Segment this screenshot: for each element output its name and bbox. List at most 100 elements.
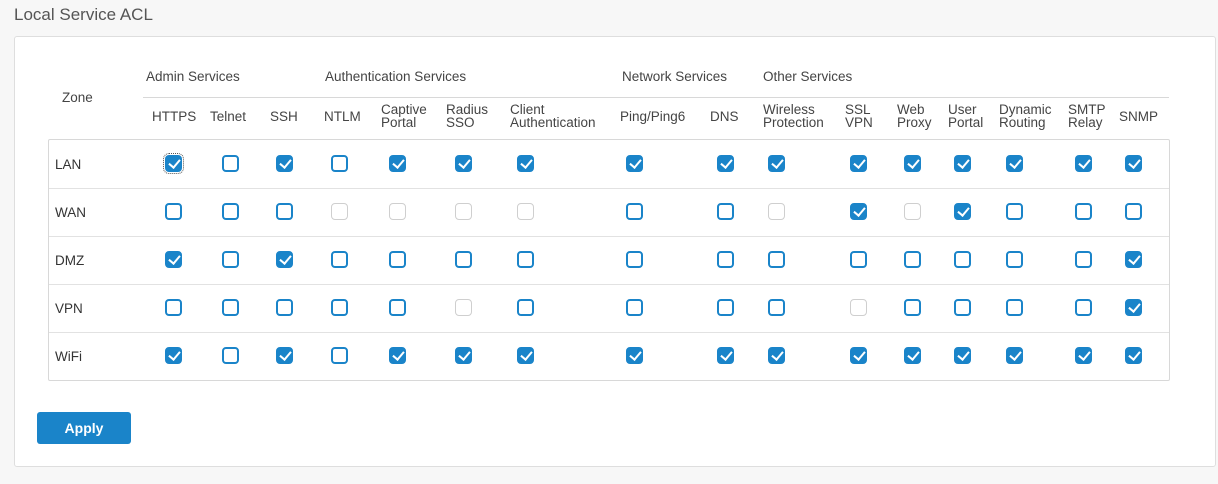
checkbox-dmz-ssh[interactable] — [275, 251, 293, 268]
checkbox-wifi-user-portal[interactable] — [953, 347, 971, 364]
checkbox-wifi-telnet[interactable] — [221, 347, 239, 364]
checkbox-dmz-ntlm[interactable] — [330, 251, 348, 268]
column-header-line1: HTTPS — [152, 109, 197, 124]
checkbox-lan-ping-ping6[interactable] — [625, 155, 643, 172]
checkbox-dmz-dynamic-routing[interactable] — [1005, 251, 1023, 268]
checkbox-dmz-captive-portal[interactable] — [388, 251, 406, 268]
checkbox-wifi-snmp[interactable] — [1124, 347, 1142, 364]
checkbox-lan-client-authentication[interactable] — [516, 155, 534, 172]
checkbox-wan-snmp[interactable] — [1124, 203, 1142, 220]
column-header-line2: Routing — [999, 115, 1046, 130]
checkbox-wifi-web-proxy[interactable] — [903, 347, 921, 364]
checkbox-wifi-https[interactable] — [164, 347, 182, 364]
checkbox-vpn-ssl-vpn — [849, 299, 867, 316]
checkbox-vpn-web-proxy[interactable] — [903, 299, 921, 316]
checkbox-lan-snmp[interactable] — [1124, 155, 1142, 172]
checkbox-lan-wireless-protection[interactable] — [767, 155, 785, 172]
checkbox-wan-telnet[interactable] — [221, 203, 239, 220]
checkbox-dmz-web-proxy[interactable] — [903, 251, 921, 268]
checkbox-wifi-wireless-protection[interactable] — [767, 347, 785, 364]
checkbox-vpn-client-authentication[interactable] — [516, 299, 534, 316]
checkbox-wifi-dns[interactable] — [716, 347, 734, 364]
column-header-dns: DNS — [710, 109, 739, 124]
checkbox-wifi-radius-sso[interactable] — [454, 347, 472, 364]
column-header-line2: Portal — [381, 115, 417, 130]
checkbox-dmz-wireless-protection[interactable] — [767, 251, 785, 268]
checkbox-lan-dynamic-routing[interactable] — [1005, 155, 1023, 172]
checkbox-vpn-ssh[interactable] — [275, 299, 293, 316]
checkbox-vpn-ntlm[interactable] — [330, 299, 348, 316]
checkbox-dmz-ssl-vpn[interactable] — [849, 251, 867, 268]
checkbox-wan-ping-ping6[interactable] — [625, 203, 643, 220]
checkbox-wan-smtp-relay[interactable] — [1074, 203, 1092, 220]
checkbox-lan-https[interactable] — [162, 153, 184, 174]
column-header-line1: SSH — [270, 109, 298, 124]
checkbox-vpn-captive-portal[interactable] — [388, 299, 406, 316]
checkbox-dmz-telnet[interactable] — [221, 251, 239, 268]
column-header-web-proxy: Web Proxy — [897, 103, 932, 130]
checkbox-vpn-telnet[interactable] — [221, 299, 239, 316]
checkbox-dmz-snmp[interactable] — [1124, 251, 1142, 268]
checkbox-wan-ssl-vpn[interactable] — [849, 203, 867, 220]
checkbox-wifi-dynamic-routing[interactable] — [1005, 347, 1023, 364]
checkbox-lan-telnet[interactable] — [221, 155, 239, 172]
checkbox-lan-dns[interactable] — [716, 155, 734, 172]
checkbox-lan-ntlm[interactable] — [330, 155, 348, 172]
column-header-line2: Portal — [948, 115, 984, 130]
column-header-line1: DNS — [710, 109, 739, 124]
column-header-line2: VPN — [845, 115, 873, 130]
checkbox-wan-client-authentication — [516, 203, 534, 220]
checkbox-wifi-ping-ping6[interactable] — [625, 347, 643, 364]
checkbox-dmz-user-portal[interactable] — [953, 251, 971, 268]
checkbox-dmz-client-authentication[interactable] — [516, 251, 534, 268]
checkbox-vpn-wireless-protection[interactable] — [767, 299, 785, 316]
checkbox-wan-wireless-protection — [767, 203, 785, 220]
column-header-line1: NTLM — [324, 109, 361, 124]
checkbox-lan-ssl-vpn[interactable] — [849, 155, 867, 172]
checkbox-lan-ssh[interactable] — [275, 155, 293, 172]
checkbox-wan-captive-portal — [388, 203, 406, 220]
checkbox-dmz-ping-ping6[interactable] — [625, 251, 643, 268]
checkbox-lan-captive-portal[interactable] — [388, 155, 406, 172]
checkbox-wan-dynamic-routing[interactable] — [1005, 203, 1023, 220]
column-header-ping-ping6: Ping/Ping6 — [620, 110, 685, 124]
checkbox-wifi-ssh[interactable] — [275, 347, 293, 364]
apply-button[interactable]: Apply — [37, 412, 131, 444]
column-header-dynamic-routing: Dynamic Routing — [999, 103, 1052, 130]
checkbox-wifi-client-authentication[interactable] — [516, 347, 534, 364]
column-header-snmp: SNMP — [1119, 110, 1158, 124]
checkbox-wifi-captive-portal[interactable] — [388, 347, 406, 364]
column-header-line1: Telnet — [210, 109, 247, 124]
checkbox-wan-user-portal[interactable] — [953, 203, 971, 220]
column-header-line2: Relay — [1068, 115, 1103, 130]
checkbox-wan-ssh[interactable] — [275, 203, 293, 220]
checkbox-lan-user-portal[interactable] — [953, 155, 971, 172]
checkbox-lan-web-proxy[interactable] — [903, 155, 921, 172]
checkbox-wan-web-proxy — [903, 203, 921, 220]
checkbox-wifi-smtp-relay[interactable] — [1074, 347, 1092, 364]
checkbox-wan-https[interactable] — [164, 203, 182, 220]
checkbox-wifi-ntlm[interactable] — [330, 347, 348, 364]
checkbox-dmz-dns[interactable] — [716, 251, 734, 268]
checkbox-vpn-ping-ping6[interactable] — [625, 299, 643, 316]
table-row-wifi: WiFi — [49, 332, 1169, 381]
checkbox-vpn-smtp-relay[interactable] — [1074, 299, 1092, 316]
checkbox-dmz-smtp-relay[interactable] — [1074, 251, 1092, 268]
checkbox-wan-ntlm — [330, 203, 348, 220]
group-other-services: Other Services — [763, 69, 853, 84]
column-header-line2: SSO — [446, 115, 475, 130]
column-header-https: HTTPS — [152, 109, 197, 124]
checkbox-dmz-https[interactable] — [164, 251, 182, 268]
checkbox-vpn-dynamic-routing[interactable] — [1005, 299, 1023, 316]
checkbox-wan-dns[interactable] — [716, 203, 734, 220]
checkbox-vpn-snmp[interactable] — [1124, 299, 1142, 316]
page-title: Local Service ACL — [14, 5, 153, 24]
group-divider — [143, 97, 1169, 98]
checkbox-lan-smtp-relay[interactable] — [1074, 155, 1092, 172]
checkbox-dmz-radius-sso[interactable] — [454, 251, 472, 268]
checkbox-vpn-user-portal[interactable] — [953, 299, 971, 316]
checkbox-lan-radius-sso[interactable] — [454, 155, 472, 172]
checkbox-vpn-dns[interactable] — [716, 299, 734, 316]
checkbox-wifi-ssl-vpn[interactable] — [849, 347, 867, 364]
checkbox-vpn-https[interactable] — [164, 299, 182, 316]
